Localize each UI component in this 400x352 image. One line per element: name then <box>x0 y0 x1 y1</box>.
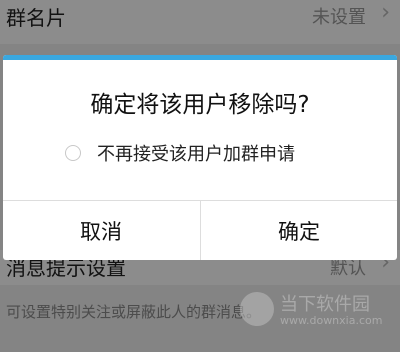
confirm-button[interactable]: 确定 <box>201 201 397 260</box>
block-requests-label: 不再接受该用户加群申请 <box>97 144 295 165</box>
remove-user-dialog: 确定将该用户移除吗? 不再接受该用户加群申请 取消 确定 <box>3 55 397 260</box>
dialog-accent-bar <box>3 55 397 60</box>
cancel-button[interactable]: 取消 <box>3 201 199 260</box>
watermark-url: www.downxia.com <box>280 314 383 327</box>
watermark-name: 当下软件园 <box>280 294 370 315</box>
dialog-title: 确定将该用户移除吗? <box>90 92 310 118</box>
block-requests-option[interactable]: 不再接受该用户加群申请 <box>65 139 295 167</box>
watermark: 当下软件园 www.downxia.com <box>240 288 390 334</box>
radio-button[interactable] <box>65 145 81 161</box>
watermark-logo-icon <box>240 292 274 326</box>
